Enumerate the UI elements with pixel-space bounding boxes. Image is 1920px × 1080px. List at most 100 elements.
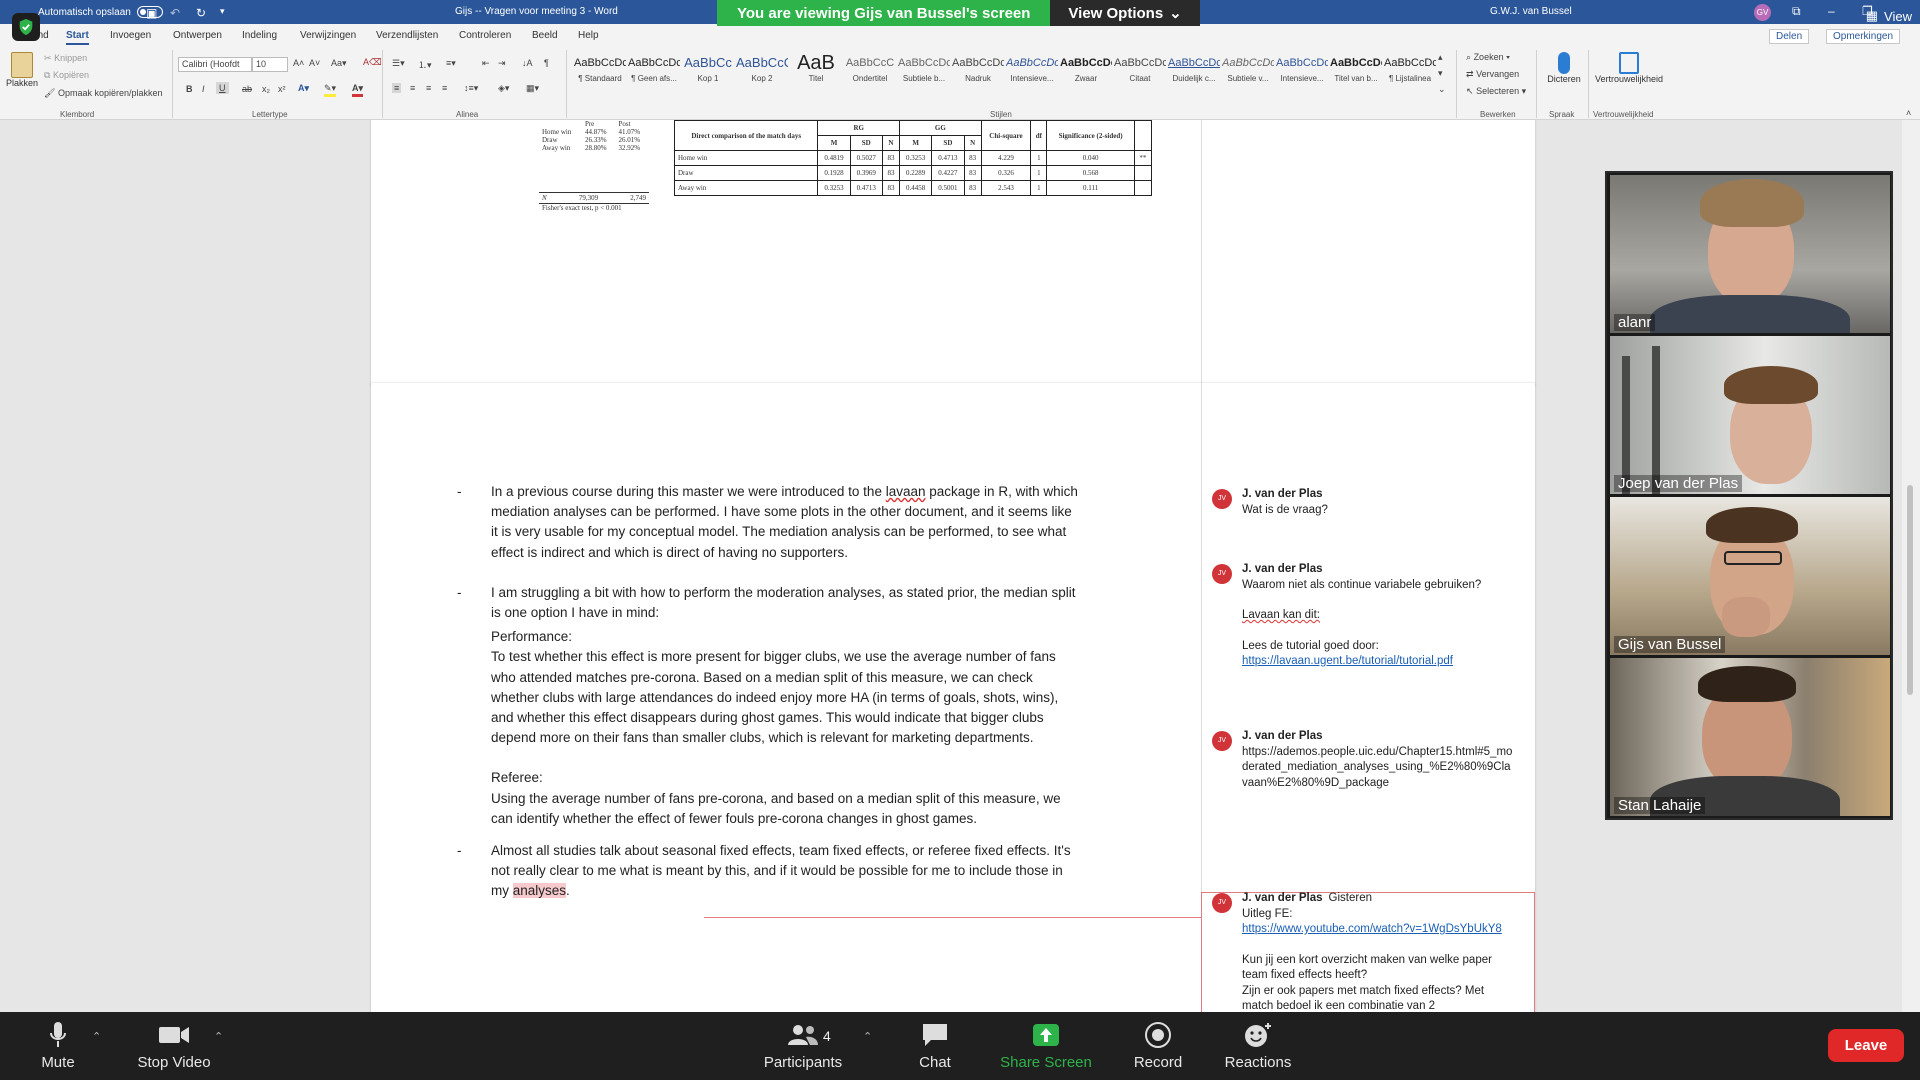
youtube-link[interactable]: https://www.youtube.com/watch?v=1WgDsYbU… [1242,923,1502,935]
dictate-button[interactable]: Dicteren [1544,52,1584,84]
style-gallery-item[interactable]: AaBbCcDc Subtiele v... [1222,52,1274,96]
bold-icon[interactable]: B [186,84,193,94]
tutorial-link[interactable]: https://lavaan.ugent.be/tutorial/tutoria… [1242,655,1453,667]
comments-button[interactable]: Opmerkingen [1826,29,1901,44]
stop-video-button[interactable]: Stop Video [134,1020,214,1071]
misspelled-word[interactable]: lavaan [886,484,926,499]
redo-icon[interactable]: ↻ [196,6,206,20]
video-options-caret-icon[interactable]: ⌃ [214,1030,223,1043]
share-screen-button[interactable]: Share Screen [996,1020,1096,1071]
participants-button[interactable]: Participants [760,1020,846,1071]
account-avatar[interactable]: GV [1754,4,1771,21]
vertical-scrollbar[interactable] [1902,120,1920,1012]
zoom-view-button[interactable]: ▦ View [1866,8,1912,24]
save-icon[interactable]: ▣ [146,6,157,20]
style-gallery-item[interactable]: AaBbCcDc Nadruk [952,52,1004,96]
tab-design[interactable]: Ontwerpen [173,30,222,41]
styles-more-icon[interactable]: ⌄ [1438,84,1446,95]
subscript-icon[interactable]: x₂ [262,84,270,94]
shrink-font-icon[interactable]: A˅ [309,58,320,68]
change-case-icon[interactable]: Aa▾ [331,58,347,69]
style-gallery-item[interactable]: AaB Titel [790,52,842,96]
align-center-icon[interactable]: ≡ [410,83,415,93]
paste-button[interactable]: Plakken [6,52,38,88]
comment[interactable]: JV J. van der Plas Gisteren Uitleg FE: ht… [1212,891,1514,1012]
styles-scroll-up-icon[interactable]: ▴ [1438,52,1443,63]
borders-icon[interactable]: ▦▾ [526,83,539,94]
account-name[interactable]: G.W.J. van Bussel [1490,6,1572,17]
format-painter-button[interactable]: 🖌 Opmaak kopiëren/plakken [44,88,163,99]
tab-view[interactable]: Beeld [532,30,558,41]
font-name-select[interactable]: Calibri (Hoofdt [178,57,252,72]
select-button[interactable]: ↖ Selecteren ▾ [1466,86,1526,97]
font-size-select[interactable]: 10 [252,57,288,72]
audio-options-caret-icon[interactable]: ⌃ [92,1030,101,1043]
grow-font-icon[interactable]: A˄ [293,58,304,68]
decrease-indent-icon[interactable]: ⇤ [482,58,490,69]
align-left-icon[interactable]: ≡ [392,83,402,93]
video-tile-active-speaker[interactable]: Joep van der Plas [1610,336,1890,494]
tab-insert[interactable]: Invoegen [110,30,151,41]
commented-text[interactable]: analyses [512,883,567,899]
replace-button[interactable]: ⇄ Vervangen [1466,69,1519,80]
increase-indent-icon[interactable]: ⇥ [498,58,506,69]
scrollbar-thumb[interactable] [1907,485,1913,695]
italic-icon[interactable]: I [202,84,205,94]
font-color-icon[interactable]: A▾ [352,83,364,97]
view-options-button[interactable]: View Options ⌄ [1050,0,1200,26]
highlight-color-icon[interactable]: ✎▾ [324,83,337,97]
tab-home[interactable]: Start [66,30,89,45]
tab-mailings[interactable]: Verzendlijsten [376,30,438,41]
line-spacing-icon[interactable]: ↕≡▾ [464,83,478,94]
style-gallery-item[interactable]: AaBbCcC Kop 2 [736,52,788,96]
superscript-icon[interactable]: x² [278,84,286,94]
sensitivity-button[interactable]: Vertrouwelijkheid [1592,52,1666,84]
numbering-icon[interactable]: ⒈▾ [418,58,432,71]
share-button[interactable]: Delen [1769,29,1810,44]
styles-scroll-down-icon[interactable]: ▾ [1438,68,1443,79]
shading-icon[interactable]: ◈▾ [498,83,509,94]
copy-button[interactable]: ⧉ Kopiëren [44,70,89,81]
record-button[interactable]: Record [1128,1020,1188,1071]
align-right-icon[interactable]: ≡ [426,83,431,93]
customize-quick-access-icon[interactable]: ▾ [220,6,225,17]
style-gallery-item[interactable]: AaBbCcDc Subtiele b... [898,52,950,96]
strikethrough-icon[interactable]: ab [242,84,252,94]
style-gallery-item[interactable]: AaBbCcDc ¶ Geen afs... [628,52,680,96]
style-gallery-item[interactable]: AaBbCcDc ¶ Lijstalinea [1384,52,1436,96]
find-button[interactable]: ⌕ Zoeken ▾ [1466,52,1510,63]
ribbon-display-options-icon[interactable]: ⧉ [1792,4,1801,19]
comment[interactable]: JV J. van der Plas Wat is de vraag? [1212,487,1514,518]
style-gallery-item[interactable]: AaBbCc Kop 1 [682,52,734,96]
tab-help[interactable]: Help [578,30,599,41]
style-gallery-item[interactable]: AaBbCcDc Intensieve... [1006,52,1058,96]
comment[interactable]: JV J. van der Plas Waarom niet als conti… [1212,562,1514,670]
video-tile[interactable]: alanr [1610,175,1890,333]
tab-layout[interactable]: Indeling [242,30,277,41]
participants-options-caret-icon[interactable]: ⌃ [863,1030,872,1043]
leave-button[interactable]: Leave [1828,1029,1904,1062]
cut-button[interactable]: ✂ Knippen [44,53,87,64]
style-gallery-item[interactable]: AaBbCcDc ¶ Standaard [574,52,626,96]
video-tile[interactable]: Stan Lahaije [1610,658,1890,816]
sort-icon[interactable]: ↓A [522,58,533,68]
style-gallery-item[interactable]: AaBbCcDc Intensieve... [1276,52,1328,96]
minimize-icon[interactable]: – [1828,4,1835,18]
style-gallery-item[interactable]: AaBbCcDc Titel van b... [1330,52,1382,96]
chat-button[interactable]: Chat [910,1020,960,1071]
justify-icon[interactable]: ≡ [442,83,447,93]
multilevel-list-icon[interactable]: ≡▾ [446,58,456,69]
underline-icon[interactable]: U [216,82,229,94]
style-gallery-item[interactable]: AaBbCcDc Zwaar [1060,52,1112,96]
comment[interactable]: JV J. van der Plas https://ademos.people… [1212,729,1514,791]
text-effects-icon[interactable]: A▾ [298,83,309,94]
tab-references[interactable]: Verwijzingen [300,30,356,41]
show-formatting-icon[interactable]: ¶ [544,58,549,68]
bullets-icon[interactable]: ☰▾ [392,58,405,69]
collapse-ribbon-icon[interactable]: ˄ [1906,108,1911,118]
reactions-button[interactable]: Reactions [1218,1020,1298,1071]
style-gallery-item[interactable]: AaBbCcDc Citaat [1114,52,1166,96]
document-body[interactable]: - In a previous course during this maste… [457,482,1081,902]
style-gallery-item[interactable]: AaBbCcC Ondertitel [844,52,896,96]
video-tile[interactable]: Gijs van Bussel [1610,497,1890,655]
